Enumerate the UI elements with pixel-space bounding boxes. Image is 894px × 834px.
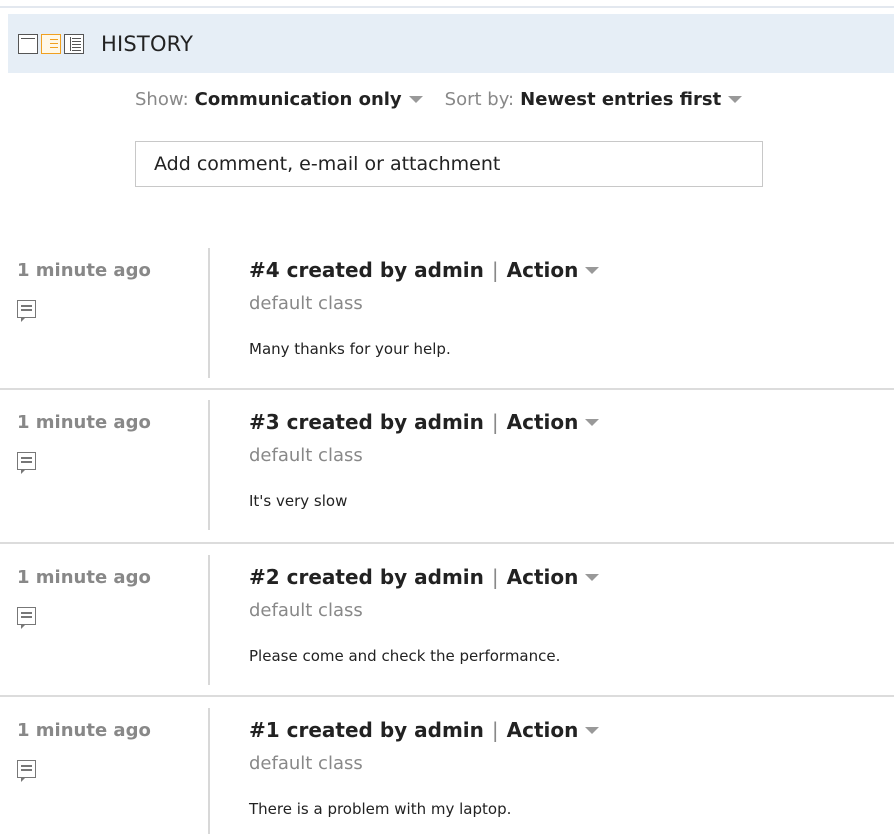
action-menu[interactable]: Action xyxy=(507,565,579,589)
entry-title: #1 created by admin xyxy=(249,718,484,742)
entry-time: 1 minute ago xyxy=(17,720,151,741)
history-entry: 1 minute ago #2 created by admin | Actio… xyxy=(0,555,894,685)
comment-icon xyxy=(17,452,36,474)
top-divider xyxy=(0,6,894,8)
entry-separator: | xyxy=(491,718,499,742)
history-header: HISTORY xyxy=(8,14,894,73)
entry-body: There is a problem with my laptop. xyxy=(249,800,512,818)
show-dropdown[interactable]: Communication only xyxy=(195,89,402,110)
entry-class: default class xyxy=(249,600,363,621)
entry-body: Please come and check the performance. xyxy=(249,647,561,665)
chevron-down-icon[interactable] xyxy=(728,96,743,103)
entry-title: #3 created by admin xyxy=(249,410,484,434)
entry-separator: | xyxy=(491,258,499,282)
entry-class: default class xyxy=(249,753,363,774)
history-entry: 1 minute ago #1 created by admin | Actio… xyxy=(0,708,894,834)
entry-time: 1 minute ago xyxy=(17,412,151,433)
comment-icon xyxy=(17,300,36,322)
entry-title: #4 created by admin xyxy=(249,258,484,282)
chevron-down-icon[interactable] xyxy=(585,418,600,426)
history-title: HISTORY xyxy=(101,31,194,56)
view-switcher xyxy=(18,33,87,54)
comment-view-icon[interactable] xyxy=(41,33,61,54)
show-label: Show: xyxy=(135,89,189,110)
history-entry: 1 minute ago #4 created by admin | Actio… xyxy=(0,248,894,378)
entry-time: 1 minute ago xyxy=(17,567,151,588)
sort-label: Sort by: xyxy=(444,89,515,110)
entry-separator-line xyxy=(0,542,894,544)
entry-header: #4 created by admin | Action xyxy=(249,258,600,282)
entry-class: default class xyxy=(249,445,363,466)
entry-time: 1 minute ago xyxy=(17,260,151,281)
entry-divider xyxy=(208,248,210,378)
sort-dropdown[interactable]: Newest entries first xyxy=(520,89,721,110)
comment-icon xyxy=(17,607,36,629)
chevron-down-icon[interactable] xyxy=(585,266,600,274)
comment-icon xyxy=(17,760,36,782)
action-menu[interactable]: Action xyxy=(507,258,579,282)
entry-divider xyxy=(208,555,210,685)
entry-header: #3 created by admin | Action xyxy=(249,410,600,434)
entry-divider xyxy=(208,400,210,530)
comment-input[interactable] xyxy=(135,141,763,187)
entry-body: Many thanks for your help. xyxy=(249,340,451,358)
compact-view-icon[interactable] xyxy=(18,33,38,54)
chevron-down-icon[interactable] xyxy=(585,573,600,581)
entry-title: #2 created by admin xyxy=(249,565,484,589)
entry-header: #2 created by admin | Action xyxy=(249,565,600,589)
entry-divider xyxy=(208,708,210,834)
entry-header: #1 created by admin | Action xyxy=(249,718,600,742)
entry-separator: | xyxy=(491,410,499,434)
entry-class: default class xyxy=(249,293,363,314)
action-menu[interactable]: Action xyxy=(507,410,579,434)
history-entry: 1 minute ago #3 created by admin | Actio… xyxy=(0,400,894,530)
entry-separator: | xyxy=(491,565,499,589)
entry-separator-line xyxy=(0,388,894,390)
history-filters: Show: Communication only Sort by: Newest… xyxy=(135,89,743,110)
action-menu[interactable]: Action xyxy=(507,718,579,742)
detail-view-icon[interactable] xyxy=(64,33,84,54)
chevron-down-icon[interactable] xyxy=(408,96,423,103)
entry-body: It's very slow xyxy=(249,492,348,510)
entry-separator-line xyxy=(0,695,894,697)
chevron-down-icon[interactable] xyxy=(585,726,600,734)
